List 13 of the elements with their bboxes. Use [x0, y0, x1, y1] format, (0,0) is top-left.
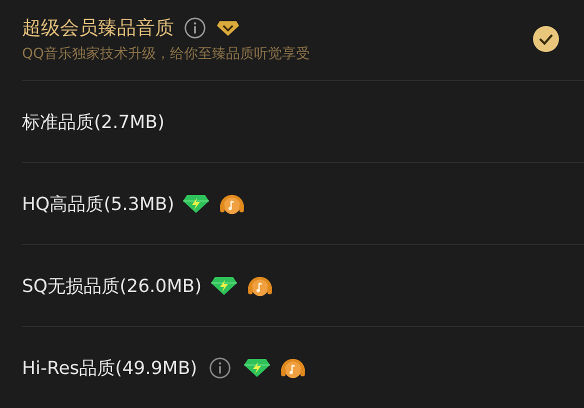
info-icon[interactable] [209, 356, 232, 378]
quality-option[interactable]: SQ无损品质(26.0MB) [22, 274, 202, 298]
quality-option[interactable]: Hi-Res品质(49.9MB) [22, 356, 198, 380]
headphones-icon [218, 192, 246, 214]
headphones-icon [279, 356, 308, 378]
quality-option[interactable]: HQ高品质(5.3MB) [22, 192, 174, 216]
info-icon[interactable] [184, 17, 206, 39]
premium-subtitle: QQ音乐独家技术升级，给你至臻品质听觉享受 [22, 45, 312, 63]
quality-option[interactable]: 标准品质(2.7MB) [22, 110, 165, 134]
premium-title: 超级会员臻品音质 [22, 16, 174, 41]
headphones-icon [246, 274, 274, 296]
check-icon[interactable] [532, 25, 560, 53]
diamond-icon [216, 20, 240, 36]
